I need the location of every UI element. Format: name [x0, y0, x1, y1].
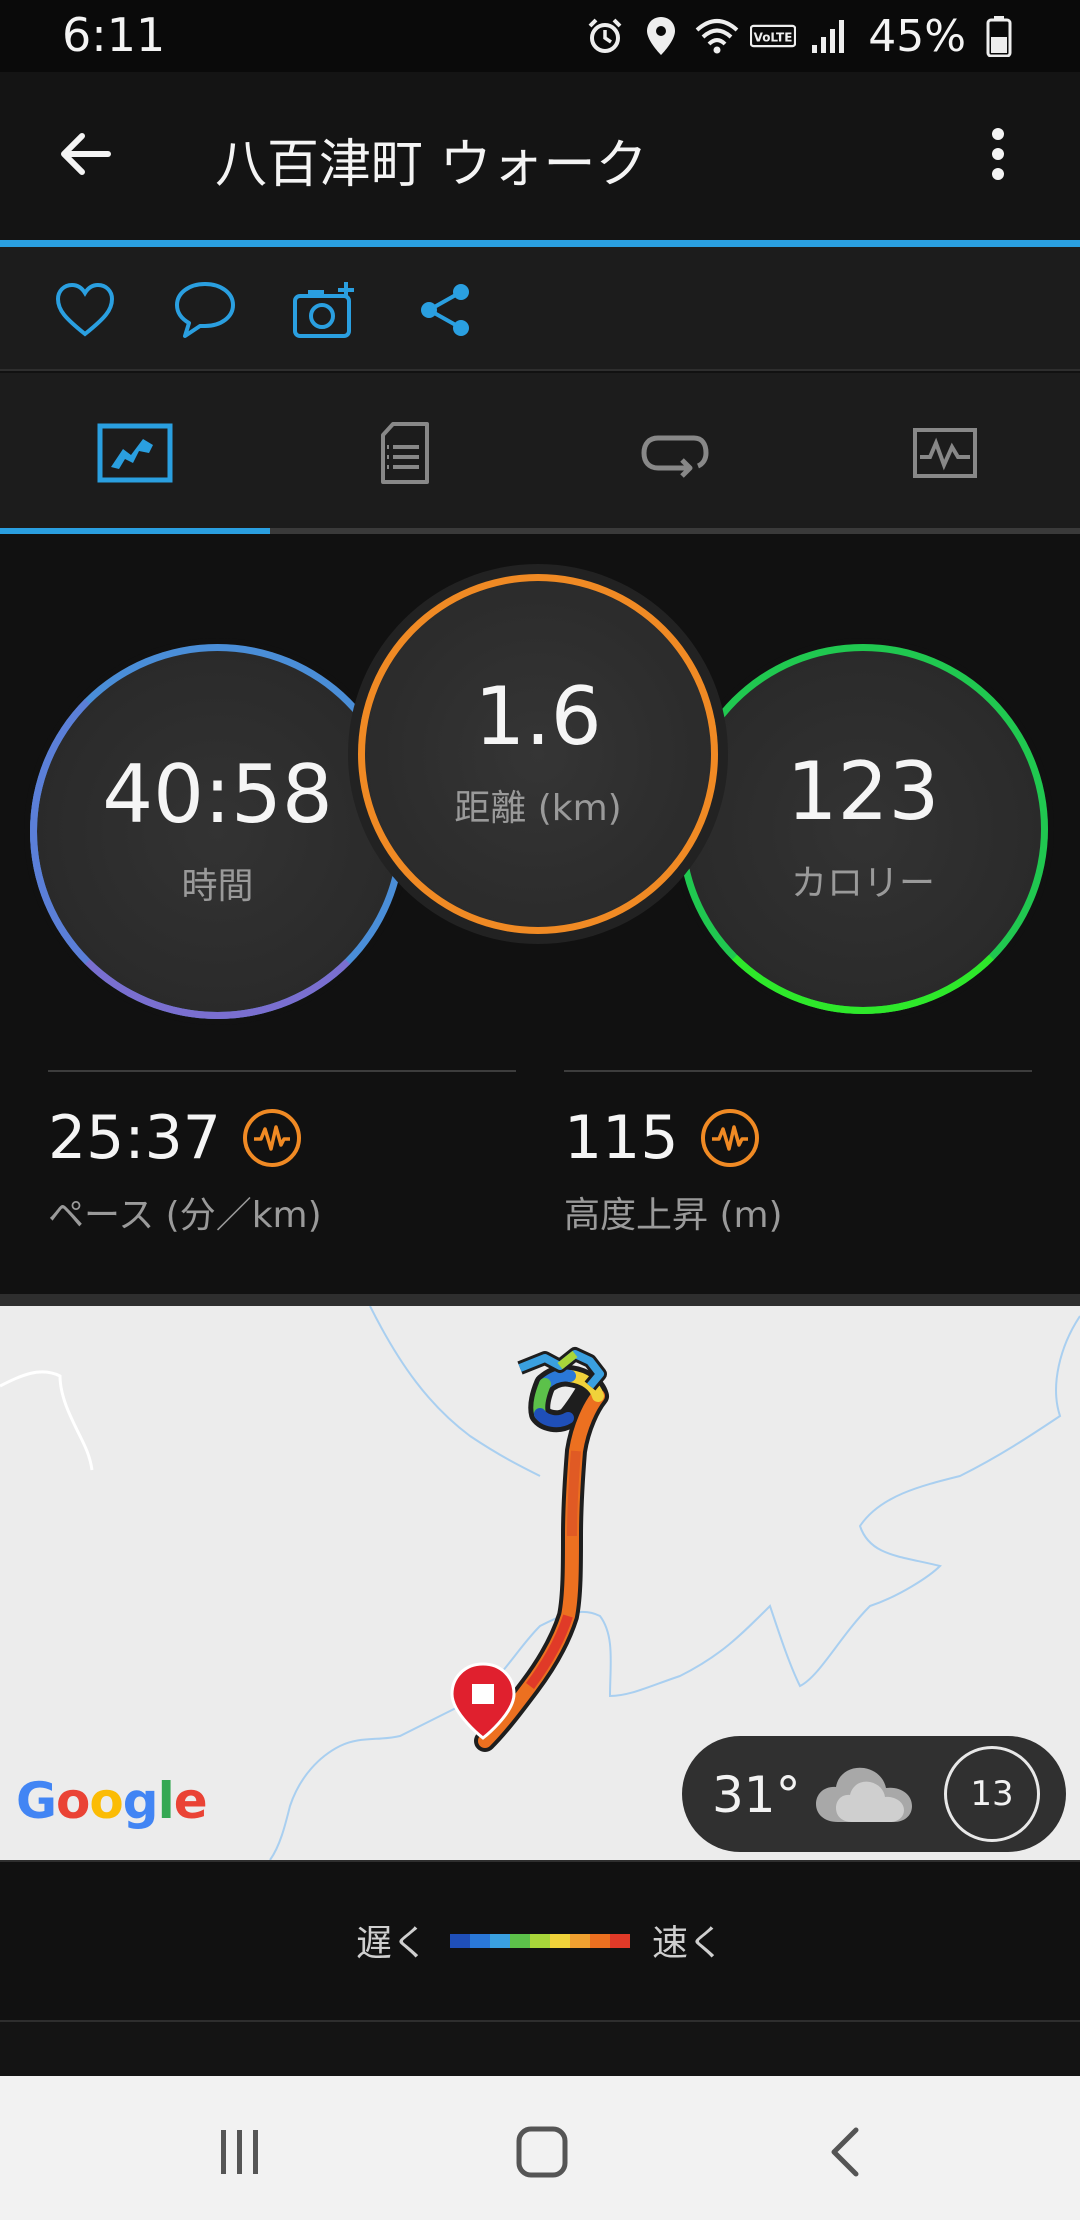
back-icon	[831, 2127, 859, 2177]
app-bar-accent-line	[0, 240, 1080, 247]
tab-details[interactable]	[270, 373, 540, 533]
home-icon	[516, 2126, 568, 2178]
battery-percent: 45%	[868, 10, 966, 62]
divider	[564, 1070, 1032, 1072]
legend-color-swatch	[470, 1934, 490, 1948]
legend-color-swatch	[590, 1934, 610, 1948]
laps-loop-icon	[641, 435, 709, 478]
signal-icon	[806, 13, 852, 59]
google-attribution: Google	[16, 1772, 208, 1830]
arrow-left-icon	[61, 133, 111, 175]
legend-color-swatch	[490, 1934, 510, 1948]
svg-text:VoLTE: VoLTE	[754, 31, 793, 45]
more-vertical-icon	[992, 128, 1004, 180]
add-photo-button[interactable]	[292, 277, 358, 343]
status-time: 6:11	[62, 8, 166, 62]
legend-color-swatch	[510, 1934, 530, 1948]
battery-icon	[976, 13, 1022, 59]
comment-icon	[175, 282, 235, 338]
system-nav-bar	[0, 2076, 1080, 2220]
status-bar: 6:11 VoLTE 45%	[0, 0, 1080, 72]
details-list-icon	[381, 422, 429, 484]
weather-temperature: 31°	[712, 1766, 801, 1824]
cloud-icon	[816, 1767, 912, 1822]
pulse-icon	[700, 1109, 759, 1167]
time-stat: 40:58 時間	[30, 644, 405, 1019]
screen: 6:11 VoLTE 45% 八百津町 ウォーク 40:58 時間 123 カロ…	[0, 0, 1080, 2220]
wind-speed: 13	[970, 1774, 1014, 1814]
back-button[interactable]	[44, 112, 128, 196]
home-button[interactable]	[502, 2112, 582, 2192]
elevation-value: 115	[564, 1103, 679, 1173]
content-bottom	[0, 2020, 1080, 2076]
recents-icon	[221, 2130, 258, 2174]
pace-value: 25:37	[48, 1103, 221, 1173]
tab-bar	[0, 373, 1080, 533]
location-icon	[638, 13, 684, 59]
legend-slow-label: 遅く	[356, 1923, 429, 1964]
elevation-metric[interactable]: 115 高度上昇 (m)	[564, 1070, 1032, 1238]
distance-stat: 1.6 距離 (km)	[358, 574, 718, 934]
wind-indicator: 13	[944, 1746, 1040, 1842]
add-photo-icon	[293, 282, 354, 338]
legend-color-bar	[450, 1934, 630, 1948]
summary-stats: 40:58 時間 123 カロリー 1.6 距離 (km) 25:37 ペース …	[0, 534, 1080, 1294]
map-divider	[0, 1294, 1080, 1306]
status-icons: VoLTE 45%	[582, 10, 1022, 62]
legend-color-swatch	[570, 1934, 590, 1948]
pace-metric[interactable]: 25:37 ペース (分／km)	[48, 1070, 516, 1238]
graph-icon	[913, 428, 977, 478]
pulse-icon	[242, 1109, 301, 1167]
wifi-icon	[694, 13, 740, 59]
calories-stat: 123 カロリー	[678, 644, 1048, 1014]
recents-button[interactable]	[200, 2112, 280, 2192]
system-back-button[interactable]	[804, 2112, 884, 2192]
action-row	[0, 247, 1080, 371]
tab-graphs[interactable]	[810, 373, 1080, 533]
route-map[interactable]: Google 31° 13	[0, 1306, 1080, 1860]
pace-label: ペース (分／km)	[48, 1195, 322, 1236]
overview-chart-icon	[97, 423, 173, 483]
weather-widget[interactable]: 31° 13	[682, 1736, 1066, 1852]
calories-label: カロリー	[790, 863, 935, 904]
alarm-icon	[582, 13, 628, 59]
divider	[48, 1070, 516, 1072]
tab-laps[interactable]	[540, 373, 810, 533]
share-button[interactable]	[412, 277, 478, 343]
page-title: 八百津町 ウォーク	[215, 135, 648, 195]
legend-fast-label: 速く	[652, 1923, 725, 1964]
app-bar: 八百津町 ウォーク	[0, 72, 1080, 240]
calories-value: 123	[786, 745, 940, 838]
more-options-button[interactable]	[956, 112, 1040, 196]
distance-label: 距離 (km)	[454, 788, 622, 829]
legend-color-swatch	[530, 1934, 550, 1948]
legend-color-swatch	[450, 1934, 470, 1948]
volte-icon: VoLTE	[750, 13, 797, 59]
comment-button[interactable]	[172, 277, 238, 343]
legend-color-swatch	[550, 1934, 570, 1948]
time-label: 時間	[181, 865, 254, 907]
legend-color-swatch	[610, 1934, 630, 1948]
share-icon	[421, 284, 469, 336]
elevation-label: 高度上昇 (m)	[564, 1195, 783, 1236]
like-button[interactable]	[52, 277, 118, 343]
time-value: 40:58	[102, 747, 333, 841]
tab-overview[interactable]	[0, 373, 270, 533]
distance-value: 1.6	[474, 670, 602, 763]
heart-icon	[55, 282, 115, 337]
pace-legend: 遅く 速く	[0, 1860, 1080, 2020]
